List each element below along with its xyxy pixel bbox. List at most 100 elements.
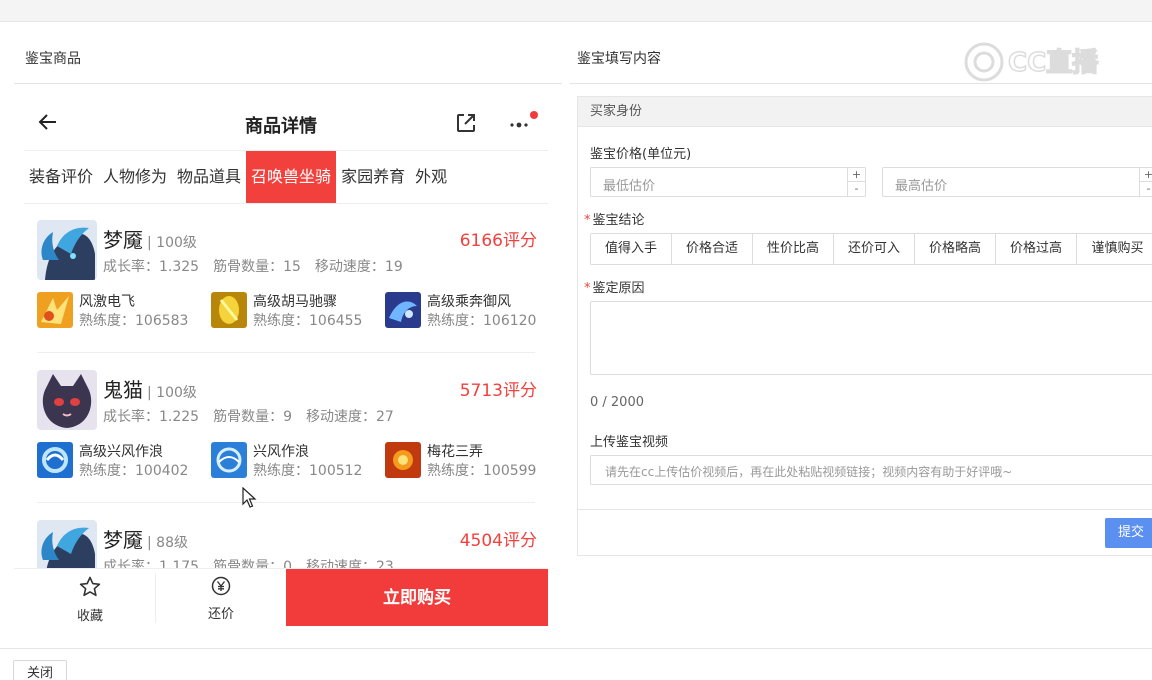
share-icon[interactable] xyxy=(454,111,478,135)
skill-item: 高级胡马驰骤 熟练度：106455 xyxy=(211,290,381,330)
skill-icon xyxy=(37,442,73,478)
reason-textarea[interactable] xyxy=(590,301,1152,375)
min-price-placeholder: 最低估价 xyxy=(603,179,656,194)
star-icon xyxy=(79,576,101,597)
max-price-input[interactable]: 最高估价 + - xyxy=(882,167,1152,197)
reason-label: 鉴定原因 xyxy=(592,281,645,296)
conclusion-option[interactable]: 性价比高 xyxy=(753,234,834,264)
skill-item: 梅花三弄 熟练度：100599 xyxy=(385,440,548,480)
list-item[interactable]: 梦魇 | 100级 6166评分 成长率：1.325 筋骨数量：15 移动速度：19 … xyxy=(37,204,537,354)
required-mark: * xyxy=(584,213,591,228)
right-panel-title: 鉴宝填写内容 xyxy=(577,51,661,67)
tab-appearance[interactable]: 外观 xyxy=(410,151,452,203)
skill-list: 风激电飞 熟练度：106583 高级胡马驰骤 熟练度：106455 高级乘奔御风… xyxy=(37,290,537,330)
pet-score: 6166评分 xyxy=(459,231,537,251)
reason-label-row: * 鉴定原因 xyxy=(584,277,645,296)
skill-proficiency: 熟练度：106455 xyxy=(253,313,363,329)
quantity-stepper: + - xyxy=(847,168,865,196)
tab-character[interactable]: 人物修为 xyxy=(98,151,172,203)
skill-icon xyxy=(37,292,73,328)
conclusion-option[interactable]: 价格合适 xyxy=(672,234,753,264)
min-price-input[interactable]: 最低估价 + - xyxy=(590,167,866,197)
pet-stats: 成长率：1.325 筋骨数量：15 移动速度：19 xyxy=(103,256,417,276)
yuan-coin-icon xyxy=(211,576,231,596)
video-link-placeholder: 请先在cc上传估价视频后，再在此处粘贴视频链接；视频内容有助于好评哦~ xyxy=(605,465,1013,479)
skill-icon xyxy=(385,442,421,478)
growth-rate: 成长率：1.225 xyxy=(103,409,200,425)
pet-name: 梦魇 xyxy=(103,528,143,552)
skill-name: 梅花三弄 xyxy=(427,444,483,460)
skill-item: 兴风作浪 熟练度：100512 xyxy=(211,440,381,480)
nav-bar: 商品详情 xyxy=(14,84,548,150)
pet-name-row: 梦魇 | 100级 xyxy=(103,224,197,253)
quantity-stepper: + - xyxy=(1139,168,1152,196)
skill-item: 高级乘奔御风 熟练度：106120 xyxy=(385,290,548,330)
conclusion-label: 鉴宝结论 xyxy=(592,213,645,228)
bargain-button[interactable]: 还价 xyxy=(181,575,261,622)
watermark-logo: CC直播 xyxy=(964,42,1100,82)
pet-score: 4504评分 xyxy=(459,531,537,551)
pet-level: | 100级 xyxy=(147,385,197,401)
pet-stats: 成长率：1.225 筋骨数量：9 移动速度：27 xyxy=(103,406,408,426)
pet-avatar xyxy=(37,520,97,568)
conclusion-option[interactable]: 谨慎购买 xyxy=(1077,234,1152,264)
skill-icon xyxy=(385,292,421,328)
pet-name: 鬼猫 xyxy=(103,378,143,402)
conclusion-option[interactable]: 值得入手 xyxy=(591,234,672,264)
increment-button[interactable]: + xyxy=(848,168,865,182)
skill-proficiency: 熟练度：100599 xyxy=(427,463,537,479)
bone-count: 筋骨数量：9 xyxy=(213,409,293,425)
tab-items[interactable]: 物品道具 xyxy=(172,151,246,203)
decrement-button[interactable]: - xyxy=(1140,182,1152,196)
close-button[interactable]: 关闭 xyxy=(13,660,67,680)
submit-button[interactable]: 提交 xyxy=(1105,518,1152,548)
pet-name: 梦魇 xyxy=(103,228,143,252)
divider xyxy=(578,509,1152,510)
left-panel-title: 鉴宝商品 xyxy=(25,51,81,67)
skill-proficiency: 熟练度：100402 xyxy=(79,463,189,479)
max-price-placeholder: 最高估价 xyxy=(895,179,948,194)
bone-count: 筋骨数量：0 xyxy=(213,559,293,568)
tab-equipment[interactable]: 装备评价 xyxy=(24,151,98,203)
divider xyxy=(155,573,156,623)
skill-icon xyxy=(211,292,247,328)
more-menu-button[interactable] xyxy=(506,111,538,135)
top-bar xyxy=(0,0,1152,22)
bottom-action-bar: 收藏 还价 立即购买 xyxy=(14,568,548,626)
skill-name: 高级兴风作浪 xyxy=(79,444,163,460)
watermark-text: CC直播 xyxy=(1008,48,1099,78)
skill-name: 兴风作浪 xyxy=(253,444,309,460)
favorite-label: 收藏 xyxy=(76,609,103,624)
decrement-button[interactable]: - xyxy=(848,182,865,196)
list-item[interactable]: 梦魇 | 88级 4504评分 成长率：1.175 筋骨数量：0 移动速度：23 xyxy=(37,504,537,568)
appraisal-form: 买家身份 鉴宝价格(单位元) 最低估价 + - 最高估价 + - * 鉴宝结论 值… xyxy=(577,96,1152,556)
skill-name: 高级乘奔御风 xyxy=(427,294,511,310)
skill-item: 风激电飞 熟练度：106583 xyxy=(37,290,207,330)
conclusion-option[interactable]: 还价可入 xyxy=(834,234,915,264)
tab-summons-mounts[interactable]: 召唤兽坐骑 xyxy=(246,151,337,203)
list-item[interactable]: 鬼猫 | 100级 5713评分 成长率：1.225 筋骨数量：9 移动速度：27 高… xyxy=(37,354,537,504)
mouse-cursor-icon xyxy=(242,487,257,508)
skill-name: 风激电飞 xyxy=(79,294,135,310)
pet-avatar xyxy=(37,370,97,430)
skill-name: 高级胡马驰骤 xyxy=(253,294,337,310)
buy-now-button[interactable]: 立即购买 xyxy=(286,569,548,626)
conclusion-option[interactable]: 价格略高 xyxy=(915,234,996,264)
move-speed: 移动速度：19 xyxy=(314,259,403,275)
conclusion-option[interactable]: 价格过高 xyxy=(996,234,1077,264)
favorite-button[interactable]: 收藏 xyxy=(50,575,130,624)
conclusion-label-row: * 鉴宝结论 xyxy=(584,209,645,228)
video-label: 上传鉴宝视频 xyxy=(590,435,669,450)
increment-button[interactable]: + xyxy=(1140,168,1152,182)
pet-stats: 成长率：1.175 筋骨数量：0 移动速度：23 xyxy=(103,556,408,568)
skill-item: 高级兴风作浪 熟练度：100402 xyxy=(37,440,207,480)
pet-level: | 88级 xyxy=(147,535,188,551)
tab-home[interactable]: 家园养育 xyxy=(336,151,410,203)
char-counter: 0 / 2000 xyxy=(590,395,644,410)
video-link-input[interactable]: 请先在cc上传估价视频后，再在此处粘贴视频链接；视频内容有助于好评哦~ xyxy=(590,455,1152,485)
section-header: 买家身份 xyxy=(578,97,1152,127)
skill-proficiency: 熟练度：100512 xyxy=(253,463,363,479)
skill-proficiency: 熟练度：106120 xyxy=(427,313,537,329)
skill-icon xyxy=(211,442,247,478)
price-label: 鉴宝价格(单位元) xyxy=(590,147,692,162)
